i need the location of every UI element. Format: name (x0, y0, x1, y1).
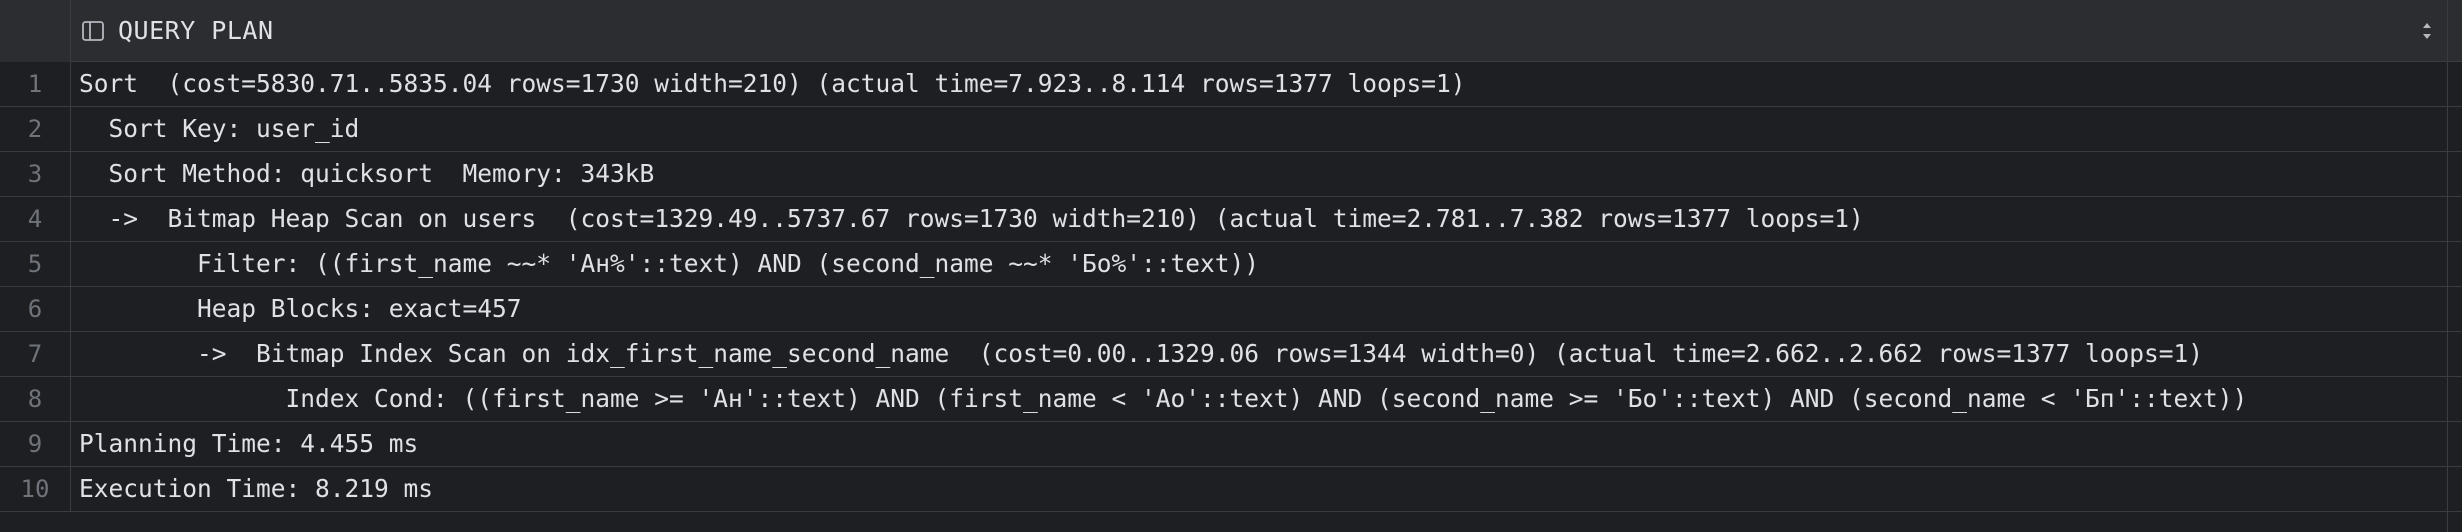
result-rows: 1 Sort (cost=5830.71..5835.04 rows=1730 … (0, 62, 2462, 512)
plan-cell[interactable]: Sort Method: quicksort Memory: 343kB (79, 152, 655, 196)
table-row[interactable]: 4 -> Bitmap Heap Scan on users (cost=132… (0, 197, 2462, 242)
plan-cell[interactable]: -> Bitmap Heap Scan on users (cost=1329.… (79, 197, 1864, 241)
plan-cell[interactable]: -> Bitmap Index Scan on idx_first_name_s… (79, 332, 2203, 376)
row-number: 2 (0, 107, 71, 151)
table-row[interactable]: 9 Planning Time: 4.455 ms (0, 422, 2462, 467)
table-row[interactable]: 10 Execution Time: 8.219 ms (0, 467, 2462, 512)
row-number: 9 (0, 422, 71, 466)
row-number: 3 (0, 152, 71, 196)
row-number: 7 (0, 332, 71, 376)
grid-header: QUERY PLAN (0, 0, 2462, 62)
row-number: 4 (0, 197, 71, 241)
row-number: 1 (0, 62, 71, 106)
plan-cell[interactable]: Filter: ((first_name ~~* 'Ан%'::text) AN… (79, 242, 1259, 286)
table-column-icon (82, 21, 104, 41)
row-number-header (0, 0, 71, 62)
row-number: 6 (0, 287, 71, 331)
table-row[interactable]: 6 Heap Blocks: exact=457 (0, 287, 2462, 332)
row-number: 5 (0, 242, 71, 286)
table-row[interactable]: 1 Sort (cost=5830.71..5835.04 rows=1730 … (0, 62, 2462, 107)
plan-cell[interactable]: Sort (cost=5830.71..5835.04 rows=1730 wi… (79, 62, 1466, 106)
table-row[interactable]: 3 Sort Method: quicksort Memory: 343kB (0, 152, 2462, 197)
row-number: 8 (0, 377, 71, 421)
table-row[interactable]: 2 Sort Key: user_id (0, 107, 2462, 152)
plan-cell[interactable]: Planning Time: 4.455 ms (79, 422, 418, 466)
sort-updown-icon[interactable] (2420, 20, 2434, 42)
row-number: 10 (0, 467, 71, 511)
plan-cell[interactable]: Sort Key: user_id (79, 107, 360, 151)
table-row[interactable]: 5 Filter: ((first_name ~~* 'Ан%'::text) … (0, 242, 2462, 287)
table-row[interactable]: 8 Index Cond: ((first_name >= 'Ан'::text… (0, 377, 2462, 422)
query-result-grid: QUERY PLAN 1 Sort (cost=5830.71..5835.04… (0, 0, 2462, 532)
plan-cell[interactable]: Execution Time: 8.219 ms (79, 467, 433, 511)
plan-cell[interactable]: Heap Blocks: exact=457 (79, 287, 522, 331)
grid-right-border (2447, 0, 2448, 532)
plan-cell[interactable]: Index Cond: ((first_name >= 'Ан'::text) … (79, 377, 2248, 421)
table-row[interactable]: 7 -> Bitmap Index Scan on idx_first_name… (0, 332, 2462, 377)
column-header-query-plan[interactable]: QUERY PLAN (118, 16, 274, 46)
